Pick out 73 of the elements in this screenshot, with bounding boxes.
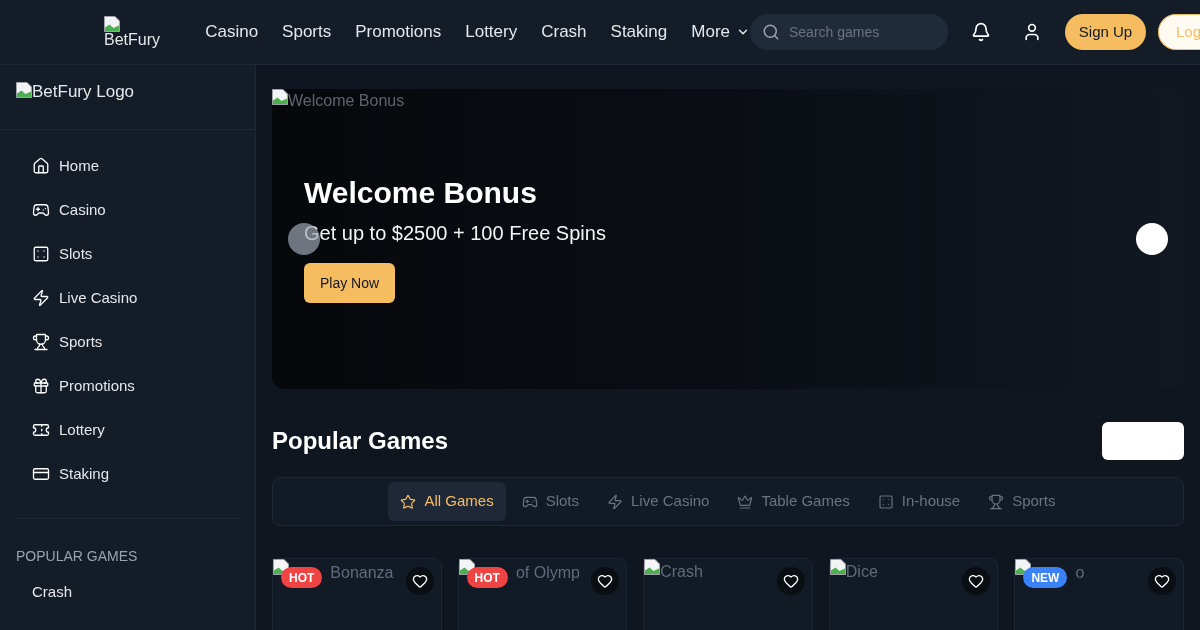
sidebar-item[interactable]: Promotions	[0, 364, 255, 408]
broken-image-icon	[272, 89, 288, 105]
sidebar-item[interactable]: Slots	[0, 232, 255, 276]
home-icon	[32, 157, 50, 175]
section-title: Popular Games	[272, 426, 449, 456]
image-alt-text: o	[1075, 563, 1085, 583]
lightning-icon	[607, 493, 623, 510]
sidebar-item[interactable]: Lottery	[0, 408, 255, 452]
ticket-icon	[32, 421, 50, 439]
next-slide-button[interactable]	[1136, 223, 1168, 255]
broken-image-icon	[16, 82, 32, 98]
gift-icon	[32, 377, 50, 395]
search-icon	[762, 23, 780, 41]
broken-image-icon	[1015, 559, 1032, 575]
section-heading: POPULAR GAMES	[16, 548, 138, 564]
nav-link[interactable]: Sports	[282, 19, 332, 45]
broken-image-icon	[458, 559, 475, 575]
notification-bell-icon[interactable]	[971, 22, 991, 42]
nav-dropdown[interactable]: More	[691, 19, 750, 45]
game-badge: HOT	[466, 567, 508, 588]
broken-image-icon	[273, 559, 289, 575]
card-icon	[32, 465, 50, 483]
broken-image-icon	[104, 16, 120, 32]
star-icon	[400, 493, 417, 510]
broken-image-icon	[829, 559, 846, 575]
image-alt-text: Welcome Bonus	[288, 91, 405, 111]
category-tab[interactable]: All Games	[388, 482, 506, 521]
favorite-button[interactable]	[591, 567, 620, 595]
game-card[interactable]: HOT Bonanza	[272, 558, 442, 630]
sidebar-item[interactable]: Staking	[0, 452, 255, 496]
crown-icon	[737, 493, 754, 510]
game-card[interactable]: NEW o	[1014, 558, 1184, 630]
search-field[interactable]: Search games	[750, 14, 948, 50]
logo-text: BetFury	[104, 32, 160, 48]
favorite-button[interactable]	[1148, 567, 1176, 595]
game-card[interactable]: HOT of Olymp	[457, 558, 628, 630]
image-alt-text: Bonanza	[330, 563, 394, 583]
game-badge: NEW	[1023, 567, 1068, 588]
category-tab[interactable]: In-house	[865, 482, 973, 521]
sidebar-item[interactable]: Crash	[0, 570, 255, 614]
image-alt-text: of Olymp	[515, 563, 580, 583]
sign-up-button[interactable]: Sign Up	[1065, 14, 1146, 50]
nav-link[interactable]: Casino	[205, 19, 259, 45]
trophy-icon	[988, 493, 1005, 510]
category-tab[interactable]: Table Games	[725, 482, 862, 521]
sidebar-item[interactable]: Casino	[0, 188, 255, 232]
favorite-button[interactable]	[405, 567, 434, 595]
lightning-icon	[32, 289, 50, 307]
category-tab[interactable]: Slots	[509, 482, 591, 521]
broken-image-icon	[644, 559, 661, 575]
nav-link[interactable]: Crash	[541, 19, 587, 45]
trophy-icon	[32, 333, 50, 351]
sidebar-item[interactable]: Live Casino	[0, 276, 255, 320]
category-tab[interactable]: Sports	[976, 482, 1068, 521]
image-alt-text: Crash	[660, 562, 703, 582]
banner-title: Welcome Bonus	[304, 175, 537, 211]
play-now-button[interactable]: Play Now	[304, 263, 396, 303]
game-badge: HOT	[281, 567, 323, 588]
nav-link[interactable]: Lottery	[465, 19, 518, 45]
banner-subtitle: Get up to $2500 + 100 Free Spins	[304, 221, 606, 246]
favorite-button[interactable]	[776, 567, 805, 595]
favorite-button[interactable]	[962, 567, 991, 595]
sidebar-item[interactable]: Home	[0, 144, 255, 188]
gamepad-icon	[32, 201, 50, 219]
nav-link[interactable]: Staking	[610, 19, 668, 45]
sidebar-item[interactable]: Sports	[0, 320, 255, 364]
nav-link[interactable]: Promotions	[355, 19, 442, 45]
logo-text: BetFury Logo	[32, 82, 135, 102]
dice-icon	[32, 245, 50, 263]
dice-icon	[877, 493, 894, 510]
category-tab[interactable]: Live Casino	[595, 482, 722, 521]
user-icon[interactable]	[1022, 22, 1042, 42]
image-alt-text: Dice	[845, 562, 878, 582]
